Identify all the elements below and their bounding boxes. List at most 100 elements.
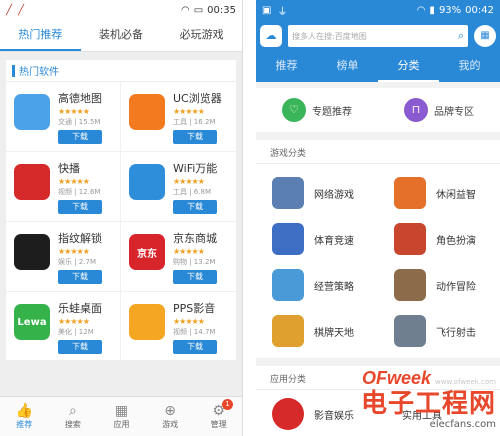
tab-mine[interactable]: 我的	[439, 52, 500, 82]
app-list-item[interactable]: Lewa 乐蛙桌面 ★★★★★ 美化 | 12M 下载	[6, 292, 121, 360]
app-name[interactable]: WiFi万能	[173, 160, 232, 176]
star-rating: ★★★★★	[58, 107, 90, 116]
pps-face-icon[interactable]	[129, 304, 165, 340]
play-q-icon[interactable]	[14, 164, 50, 200]
app-name[interactable]: 指纹解锁	[58, 230, 116, 246]
section-title: 热门软件	[19, 67, 59, 78]
app-category-row[interactable]: 影音娱乐 实用工具	[256, 390, 500, 430]
nav-item-2[interactable]: ▦ 应用	[97, 397, 146, 436]
app-list-item[interactable]: UC浏览器 ★★★★★ 工具 | 16.2M 下载	[121, 82, 236, 152]
tab-games[interactable]: 必玩游戏	[161, 20, 242, 51]
download-button[interactable]: 下载	[173, 270, 217, 284]
battery-percent: 93%	[438, 4, 462, 16]
status-bar: ▣ ⏚ ◠ ▮ 93% 00:42	[256, 0, 500, 20]
apps-grid-icon[interactable]: ▦	[474, 25, 496, 47]
app-list-item[interactable]: 京东 京东商城 ★★★★★ 购物 | 13.2M 下载	[121, 222, 236, 292]
nav-item-3[interactable]: ⊕ 游戏	[146, 397, 195, 436]
section-accent-bar	[12, 64, 15, 77]
app-logo-icon[interactable]: ☁	[260, 25, 282, 47]
bottom-navigation: 👍 推荐 ⌕ 搜索 ▦ 应用 ⊕ 游戏 ⚙ 管理 1	[0, 396, 242, 436]
wifi-key-icon[interactable]	[129, 164, 165, 200]
image-notification-icon: ▣	[262, 4, 272, 16]
app-name[interactable]: 乐蛙桌面	[58, 300, 116, 316]
topic-recommend-link[interactable]: ♡ 专题推荐	[256, 98, 378, 122]
tab-recommend[interactable]: 推荐	[256, 52, 317, 82]
nav-label: 管理	[210, 420, 227, 429]
download-button[interactable]: 下载	[58, 130, 102, 144]
game-category-grid: 网络游戏 休闲益智体育竞速 角色扮演经营策略 动作冒险棋牌天地 飞行射击	[256, 164, 500, 358]
app-info: UC浏览器 ★★★★★ 工具 | 16.2M 下载	[173, 90, 232, 151]
app-section-title: 应用分类	[256, 372, 500, 390]
nav-item-1[interactable]: ⌕ 搜索	[49, 397, 98, 436]
search-input[interactable]: 搜多人在搜:百度地图	[292, 31, 458, 42]
bookmark-icon: ⊓	[404, 98, 428, 122]
game-category-item[interactable]: 网络游戏	[256, 170, 378, 216]
app-name[interactable]: 快播	[58, 160, 116, 176]
game-category-label: 经营策略	[314, 281, 354, 293]
tab-categories[interactable]: 分类	[378, 52, 439, 82]
search-box[interactable]: 搜多人在搜:百度地图 ⌕	[288, 25, 468, 47]
quick-links: ♡ 专题推荐 ⊓ 品牌专区	[256, 88, 500, 132]
app-info: 京东商城 ★★★★★ 购物 | 13.2M 下载	[173, 230, 232, 291]
download-button[interactable]: 下载	[58, 270, 102, 284]
lewa-icon[interactable]: Lewa	[14, 304, 50, 340]
download-button[interactable]: 下载	[58, 340, 102, 354]
game-category-item[interactable]: 飞行射击	[378, 308, 500, 354]
app-list-item[interactable]: 快播 ★★★★★ 视频 | 12.6M 下载	[6, 152, 121, 222]
star-rating: ★★★★★	[58, 317, 90, 326]
game-category-item[interactable]: 经营策略	[256, 262, 378, 308]
app-meta: 购物 | 13.2M	[173, 258, 216, 266]
game-categories-card: 游戏分类 网络游戏 休闲益智 体育竞速 角色扮演 经营策略 动作冒险 棋牌天地 飞行射击	[256, 140, 500, 358]
download-button[interactable]: 下载	[58, 200, 102, 214]
app-list-item[interactable]: 指纹解锁 ★★★★★ 娱乐 | 2.7M 下载	[6, 222, 121, 292]
download-button[interactable]: 下载	[173, 340, 217, 354]
status-bar: ╱ ╱ ◠ ▭ 00:35	[0, 0, 242, 20]
fingerprint-icon[interactable]	[14, 234, 50, 270]
jd-logo-icon[interactable]: 京东	[129, 234, 165, 270]
game-category-label: 动作冒险	[436, 281, 476, 293]
top-tabs: 热门推荐 装机必备 必玩游戏	[0, 20, 242, 52]
app-header: ☁ 搜多人在搜:百度地图 ⌕ ▦	[256, 20, 500, 52]
app-list-item[interactable]: WiFi万能 ★★★★★ 工具 | 6.8M 下载	[121, 152, 236, 222]
game-category-item[interactable]: 体育竞速	[256, 216, 378, 262]
game-category-icon	[272, 223, 304, 255]
battery-icon: ▭	[193, 4, 204, 16]
tab-hot[interactable]: 热门推荐	[0, 20, 81, 51]
app-meta: 视频 | 12.6M	[58, 188, 101, 196]
search-icon[interactable]: ⌕	[458, 29, 464, 43]
game-category-label: 角色扮演	[436, 235, 476, 247]
game-category-label: 休闲益智	[436, 189, 476, 201]
game-category-icon	[394, 269, 426, 301]
star-rating: ★★★★★	[58, 247, 90, 256]
navigation-arrow-icon[interactable]	[14, 94, 50, 130]
tab-essentials[interactable]: 装机必备	[81, 20, 162, 51]
app-list-item[interactable]: 高德地图 ★★★★★ 交通 | 15.5M 下载	[6, 82, 121, 152]
squirrel-icon[interactable]	[129, 94, 165, 130]
app-name[interactable]: PPS影音	[173, 300, 232, 316]
game-category-item[interactable]: 休闲益智	[378, 170, 500, 216]
tab-rankings[interactable]: 榜单	[317, 52, 378, 82]
app-meta: 交通 | 15.5M	[58, 118, 101, 126]
app-meta: 工具 | 6.8M	[173, 188, 211, 196]
status-time: 00:42	[465, 4, 494, 16]
app-grid: 高德地图 ★★★★★ 交通 | 15.5M 下载 UC浏览器 ★★★★★ 工具 | 16.2…	[6, 82, 236, 360]
game-category-item[interactable]: 角色扮演	[378, 216, 500, 262]
app-name[interactable]: UC浏览器	[173, 90, 232, 106]
app-name[interactable]: 京东商城	[173, 230, 232, 246]
app-info: 指纹解锁 ★★★★★ 娱乐 | 2.7M 下载	[58, 230, 116, 291]
nav-item-4[interactable]: ⚙ 管理 1	[194, 397, 242, 436]
game-category-item[interactable]: 棋牌天地	[256, 308, 378, 354]
game-category-label: 飞行射击	[436, 327, 476, 339]
brand-zone-link[interactable]: ⊓ 品牌专区	[378, 98, 500, 122]
game-category-icon	[394, 177, 426, 209]
section-header: 热门软件	[6, 60, 236, 82]
download-button[interactable]: 下载	[173, 200, 217, 214]
app-name[interactable]: 高德地图	[58, 90, 116, 106]
notification-badge: 1	[221, 399, 233, 410]
download-button[interactable]: 下载	[173, 130, 217, 144]
nav-item-0[interactable]: 👍 推荐	[0, 397, 49, 436]
star-rating: ★★★★★	[173, 317, 205, 326]
app-list-item[interactable]: PPS影音 ★★★★★ 视频 | 14.7M 下载	[121, 292, 236, 360]
app-category-label: 实用工具	[402, 410, 442, 422]
game-category-item[interactable]: 动作冒险	[378, 262, 500, 308]
